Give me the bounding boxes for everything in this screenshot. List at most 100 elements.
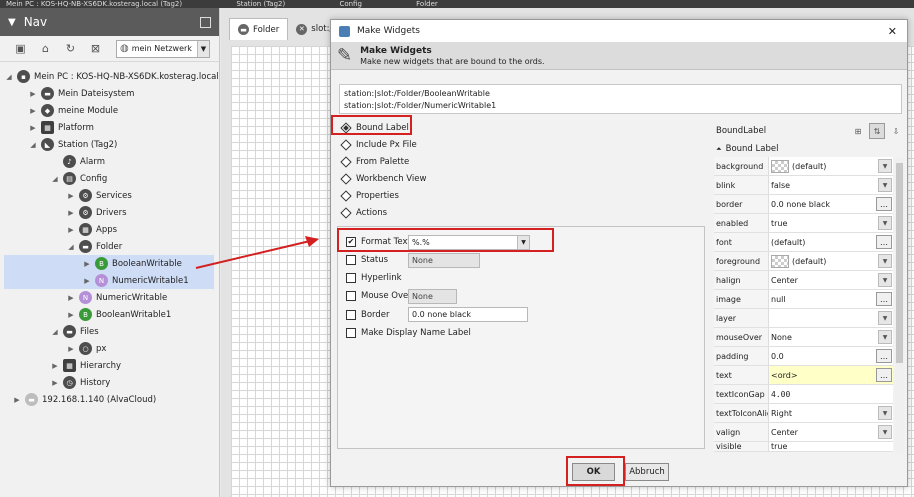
expand-icon[interactable]: ▶ [50,379,60,387]
expand-icon[interactable]: ▶ [28,124,38,132]
tree-node-station[interactable]: ◢ ◣ Station (Tag2) [28,136,117,153]
new-folder-icon[interactable]: ▣ [14,42,27,55]
property-row[interactable]: layer ▼ [714,309,893,328]
collapse-icon[interactable]: ◢ [4,73,14,81]
tree-node-apps[interactable]: ▶ ▦ Apps [66,221,117,238]
property-row[interactable]: padding 0.0… [714,347,893,366]
border-checkbox[interactable] [346,310,356,320]
more-button[interactable]: … [876,368,892,382]
more-button[interactable]: … [876,235,892,249]
display-name-checkbox[interactable] [346,328,356,338]
tree-node-services[interactable]: ▶ ⚙ Services [66,187,132,204]
more-button[interactable]: … [876,292,892,306]
expand-icon[interactable]: ▶ [12,396,22,404]
collapse-icon[interactable]: ◢ [50,328,60,336]
property-row[interactable]: foreground (default) ▼ [714,252,893,271]
chevron-down-icon[interactable]: ▼ [878,406,892,420]
option-include-px-file[interactable]: Include Px File [339,137,417,153]
expand-icon[interactable]: ▶ [82,277,92,285]
property-row[interactable]: mouseOver None ▼ [714,328,893,347]
expand-icon[interactable]: ▶ [66,209,76,217]
radio-icon[interactable] [340,139,352,151]
home-icon[interactable]: ⌂ [39,42,52,55]
property-row[interactable]: background (default) ▼ [714,157,893,176]
tree-node-numericwritable[interactable]: ▶ N NumericWritable [66,289,167,306]
collapse-icon[interactable]: ◢ [66,243,76,251]
expand-icon[interactable]: ▶ [82,260,92,268]
radio-icon[interactable] [340,156,352,168]
property-row[interactable]: halign Center ▼ [714,271,893,290]
chevron-down-icon[interactable]: ▼ [878,178,892,192]
option-workbench-view[interactable]: Workbench View [339,171,426,187]
border-field[interactable]: 0.0 none black [408,307,528,322]
collapse-icon[interactable]: ◢ [28,141,38,149]
scrollbar-thumb[interactable] [896,163,903,363]
option-actions[interactable]: Actions [339,205,387,221]
network-select[interactable]: ◍ mein Netzwerk ▼ [116,39,210,58]
refresh-icon[interactable]: ↻ [64,42,77,55]
tree-node-px[interactable]: ▶ ○ px [66,340,106,357]
expand-all-icon[interactable]: ⊞ [850,123,866,139]
property-row[interactable]: border 0.0 none black… [714,195,893,214]
more-button[interactable]: … [876,349,892,363]
cancel-button[interactable]: Abbruch [625,463,669,481]
collapse-icon[interactable]: ⏶ [716,145,722,154]
hyperlink-checkbox[interactable] [346,273,356,283]
chevron-down-icon[interactable]: ▼ [878,273,892,287]
tree-node-booleanwritable1[interactable]: ▶ B BooleanWritable1 [66,306,171,323]
radio-icon[interactable] [340,173,352,185]
expand-icon[interactable]: ▶ [28,107,38,115]
expand-icon[interactable]: ▶ [66,311,76,319]
expand-icon[interactable]: ▶ [66,294,76,302]
property-row[interactable]: visible true [714,442,893,452]
status-field[interactable]: None [408,253,480,268]
close-icon[interactable]: ✕ [888,25,897,38]
mouse-over-checkbox[interactable] [346,291,356,301]
tree-node-remote-station[interactable]: ▶ ▬ 192.168.1.140 (AlvaCloud) [12,391,156,408]
expand-icon[interactable]: ▶ [66,192,76,200]
property-row[interactable]: enabled true ▼ [714,214,893,233]
chevron-down-icon[interactable]: ▼ [878,425,892,439]
chevron-down-icon[interactable]: ▼ [878,254,892,268]
expand-icon[interactable]: ▶ [66,345,76,353]
expand-icon[interactable]: ▶ [28,90,38,98]
radio-icon[interactable] [340,190,352,202]
property-row[interactable]: font (default)… [714,233,893,252]
tree-node-platform[interactable]: ▶ ▦ Platform [28,119,94,136]
chevron-down-icon[interactable]: ▼ [878,330,892,344]
property-section[interactable]: ⏶ Bound Label [714,142,904,156]
chevron-down-icon[interactable]: ▼ [878,216,892,230]
chevron-down-icon[interactable]: ▼ [197,40,209,57]
radio-icon[interactable] [340,207,352,219]
tree-node-files[interactable]: ◢ ▬ Files [50,323,99,340]
property-row[interactable]: textToIconAlig Right ▼ [714,404,893,423]
close-icon[interactable]: ✕ [296,23,308,35]
tree-node-drivers[interactable]: ▶ ⚙ Drivers [66,204,127,221]
close-icon[interactable]: ⊠ [89,42,102,55]
tree-node-module[interactable]: ▶ ◆ meine Module [28,102,118,119]
tree-node-history[interactable]: ▶ ◷ History [50,374,110,391]
tree-node-booleanwritable[interactable]: ▶ B BooleanWritable [4,255,214,272]
property-row[interactable]: text <ord>… [714,366,893,385]
tree-node-folder[interactable]: ◢ ▬ Folder [66,238,122,255]
tree-node-numericwritable1[interactable]: ▶ N NumericWritable1 [4,272,214,289]
sort-icon[interactable]: ⇅ [869,123,885,139]
tree-node-mein-pc[interactable]: ◢ ▪ Mein PC : KOS-HQ-NB-XS6DK.kosterag.loc… [4,68,234,85]
chevron-down-icon[interactable]: ▼ [878,311,892,325]
property-scrollbar[interactable] [895,157,904,454]
status-checkbox[interactable] [346,255,356,265]
sort-order-icon[interactable]: ⇩ [888,123,904,139]
chevron-down-icon[interactable]: ▼ [878,159,892,173]
tree-node-alarm[interactable]: ♪ Alarm [50,153,105,170]
property-row[interactable]: valign Center ▼ [714,423,893,442]
tree-node-hierarchy[interactable]: ▶ ▦ Hierarchy [50,357,121,374]
option-from-palette[interactable]: From Palette [339,154,409,170]
property-row[interactable]: blink false ▼ [714,176,893,195]
collapse-icon[interactable]: ◢ [50,175,60,183]
option-properties[interactable]: Properties [339,188,399,204]
tree-node-config[interactable]: ◢ ▤ Config [50,170,107,187]
mouse-over-field[interactable]: None [408,289,457,304]
chevron-down-icon[interactable]: ▼ [8,17,16,28]
more-button[interactable]: … [876,197,892,211]
dock-icon[interactable] [200,16,211,28]
